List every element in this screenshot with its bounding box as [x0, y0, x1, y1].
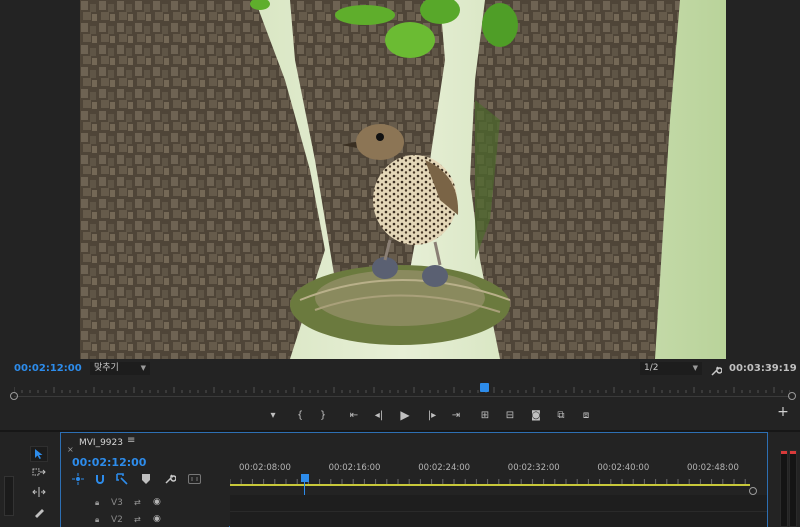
go-to-out-icon[interactable]: ⇥	[448, 407, 464, 423]
snap-icon[interactable]	[93, 472, 107, 486]
comparison-view-icon[interactable]: ⧈	[578, 407, 594, 423]
fit-select-value: 맞추기	[94, 363, 119, 373]
ripple-edit-tool-icon[interactable]	[30, 484, 48, 500]
monitor-scrub-bar[interactable]	[10, 382, 796, 400]
linked-selection-icon[interactable]	[115, 472, 129, 486]
fit-select[interactable]: 맞추기 ▼	[90, 362, 150, 375]
track-select-tool-icon[interactable]	[30, 464, 48, 480]
go-to-in-icon[interactable]: ⇤	[346, 407, 362, 423]
current-timecode[interactable]: 00:02:12:00	[14, 363, 82, 374]
razor-tool-icon[interactable]	[30, 504, 48, 520]
nest-toggle-icon[interactable]	[71, 472, 85, 486]
timeline-toolbar	[71, 472, 221, 486]
track-lane[interactable]	[230, 512, 767, 527]
chevron-down-icon: ▼	[692, 364, 698, 372]
panel-menu-icon[interactable]: ≡	[127, 435, 135, 446]
premiere-window: 00:02:12:00 맞추기 ▼ 1/2 ▼ 00:03:39:19 ▾ {} ⇤…	[0, 0, 800, 527]
track-row: 🔒︎ V2 ⇄ ◉	[61, 512, 767, 527]
ruler-label: 00:02:08:00	[239, 463, 291, 473]
meter-channel-right	[789, 450, 797, 527]
resolution-select[interactable]: 1/2 ▼	[640, 362, 702, 375]
peak-indicator	[781, 451, 787, 454]
track-row: 🔒︎ V3 ⇄ ◉	[61, 495, 767, 512]
mark-out-icon[interactable]: }	[315, 407, 331, 423]
button-editor-add-button[interactable]: +	[776, 404, 790, 420]
timeline-panel: × MVI_9923 ≡ 00:02:12:00 00:02:08:00 00:…	[60, 432, 768, 527]
scrub-ticks	[14, 387, 790, 393]
work-area-bar[interactable]	[230, 484, 750, 486]
timeline-playhead[interactable]	[301, 474, 309, 482]
video-frame-image	[80, 0, 726, 359]
video-preview[interactable]	[80, 0, 726, 359]
panel-edge-strip	[4, 476, 14, 516]
step-back-icon[interactable]: ◂|	[371, 407, 387, 423]
wrench-icon[interactable]	[710, 362, 723, 376]
vertical-zoom-handle[interactable]	[749, 487, 757, 495]
chevron-down-icon: ▼	[140, 364, 146, 372]
track-name: V3	[111, 498, 123, 508]
sync-lock-icon[interactable]: ⇄	[134, 515, 141, 524]
track-header[interactable]: 🔒︎ V2 ⇄ ◉	[61, 512, 229, 527]
step-forward-icon[interactable]: |▸	[424, 407, 440, 423]
add-marker-icon[interactable]	[139, 472, 153, 486]
compare-icon[interactable]: ⧉	[553, 407, 569, 423]
close-icon[interactable]: ×	[67, 437, 77, 454]
lock-icon[interactable]: 🔒︎	[95, 498, 99, 508]
ruler-label: 00:02:24:00	[418, 463, 471, 473]
track-header[interactable]: 🔒︎ V3 ⇄ ◉	[61, 495, 229, 512]
sequence-tab[interactable]: MVI_9923	[79, 438, 123, 448]
ruler-label: 00:02:48:00	[687, 463, 739, 473]
selection-tool-icon[interactable]	[30, 446, 48, 462]
meter-channel-left	[780, 450, 788, 527]
lock-icon[interactable]: 🔒︎	[95, 515, 99, 525]
duration-timecode: 00:03:39:19	[729, 363, 797, 374]
eye-icon[interactable]: ◉	[153, 514, 161, 524]
add-marker-icon[interactable]: ▾	[265, 407, 281, 423]
sync-lock-icon[interactable]: ⇄	[134, 498, 141, 507]
zoom-left-handle[interactable]	[10, 392, 18, 400]
track-area: 🔒︎ V3 ⇄ ◉ 🔒︎ V2 ⇄ ◉	[61, 495, 767, 527]
resolution-select-value: 1/2	[644, 363, 659, 373]
mark-in-icon[interactable]: {	[292, 407, 308, 423]
peak-indicator	[790, 451, 796, 454]
scrub-zoom-bar[interactable]	[14, 396, 790, 397]
monitor-playhead[interactable]	[480, 383, 489, 392]
timeline-timecode[interactable]: 00:02:12:00	[72, 456, 146, 469]
track-name: V2	[111, 515, 123, 525]
program-monitor: 00:02:12:00 맞추기 ▼ 1/2 ▼ 00:03:39:19 ▾ {} ⇤…	[0, 0, 800, 430]
transport-controls: ▾ {} ⇤ ◂| ▶ |▸ ⇥ ⊞ ⊟ ◙ ⧉ ⧈	[0, 404, 800, 426]
play-icon[interactable]: ▶	[397, 407, 413, 423]
export-frame-icon[interactable]: ◙	[528, 407, 544, 423]
lift-icon[interactable]: ⊞	[477, 407, 493, 423]
track-lane[interactable]	[230, 495, 767, 512]
extract-icon[interactable]: ⊟	[502, 407, 518, 423]
captions-icon[interactable]	[187, 472, 201, 486]
tools-panel	[20, 440, 58, 527]
audio-meter	[778, 440, 800, 527]
zoom-right-handle[interactable]	[788, 392, 796, 400]
eye-icon[interactable]: ◉	[153, 497, 161, 507]
wrench-icon[interactable]	[163, 472, 177, 486]
ruler-label: 00:02:16:00	[328, 463, 381, 473]
ruler-label: 00:02:32:00	[507, 463, 560, 473]
ruler-label: 00:02:40:00	[597, 463, 650, 473]
